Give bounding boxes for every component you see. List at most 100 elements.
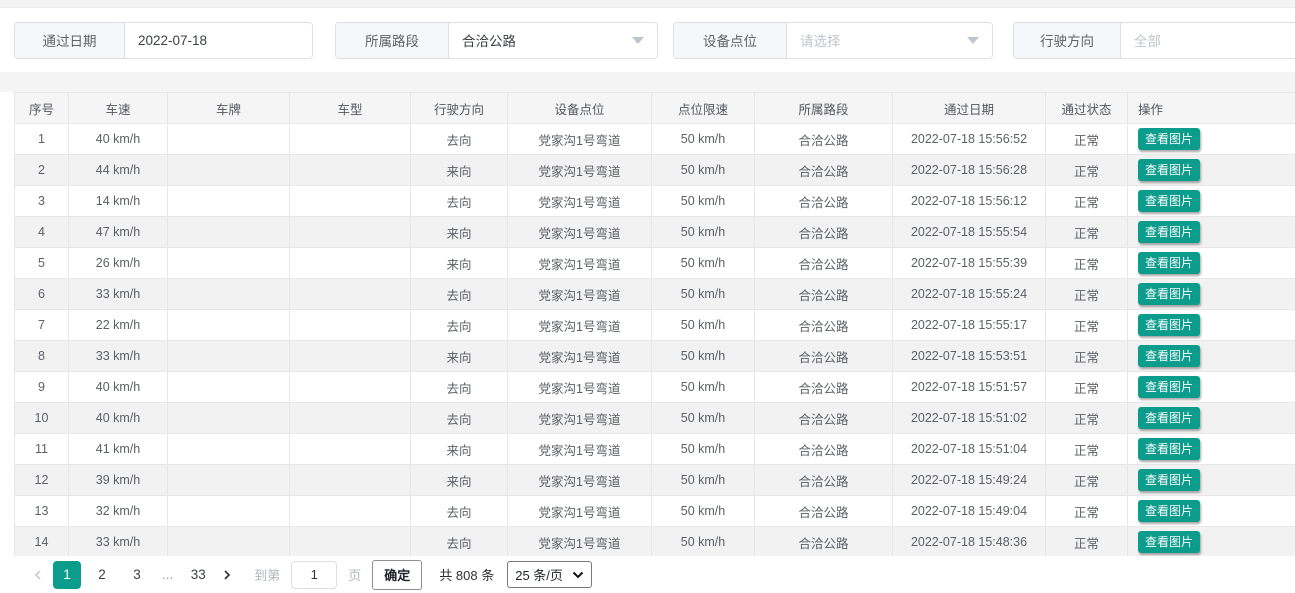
cell-action: 查看图片 xyxy=(1128,248,1295,279)
view-image-button[interactable]: 查看图片 xyxy=(1138,252,1200,274)
cell-direction: 去向 xyxy=(411,279,508,310)
road-section-select[interactable]: 合洽公路 xyxy=(449,23,657,58)
direction-placeholder: 全部 xyxy=(1134,30,1161,50)
cell-plate xyxy=(168,124,290,155)
table-row: 1141 km/h来向党家沟1号弯道50 km/h合洽公路2022-07-18 … xyxy=(15,434,1295,465)
table-row: 1040 km/h去向党家沟1号弯道50 km/h合洽公路2022-07-18 … xyxy=(15,403,1295,434)
cell-action: 查看图片 xyxy=(1128,372,1295,403)
cell-speed: 22 km/h xyxy=(69,310,168,341)
view-image-button[interactable]: 查看图片 xyxy=(1138,500,1200,522)
cell-status: 正常 xyxy=(1046,496,1128,527)
direction-label: 行驶方向 xyxy=(1014,23,1121,58)
cell-speed: 47 km/h xyxy=(69,217,168,248)
view-image-button[interactable]: 查看图片 xyxy=(1138,407,1200,429)
cell-direction: 去向 xyxy=(411,527,508,557)
view-image-button[interactable]: 查看图片 xyxy=(1138,128,1200,150)
cell-speed: 33 km/h xyxy=(69,341,168,372)
cell-road: 合洽公路 xyxy=(755,248,893,279)
view-image-button[interactable]: 查看图片 xyxy=(1138,438,1200,460)
cell-direction: 去向 xyxy=(411,403,508,434)
cell-device: 党家沟1号弯道 xyxy=(508,186,652,217)
cell-direction: 来向 xyxy=(411,341,508,372)
view-image-button[interactable]: 查看图片 xyxy=(1138,283,1200,305)
table-row: 244 km/h来向党家沟1号弯道50 km/h合洽公路2022-07-18 1… xyxy=(15,155,1295,186)
device-point-select[interactable]: 请选择 xyxy=(787,23,992,58)
cell-status: 正常 xyxy=(1046,279,1128,310)
view-image-button[interactable]: 查看图片 xyxy=(1138,159,1200,181)
cell-action: 查看图片 xyxy=(1128,186,1295,217)
table-row: 526 km/h来向党家沟1号弯道50 km/h合洽公路2022-07-18 1… xyxy=(15,248,1295,279)
view-image-button[interactable]: 查看图片 xyxy=(1138,345,1200,367)
cell-action: 查看图片 xyxy=(1128,124,1295,155)
chevron-down-icon xyxy=(572,571,584,579)
cell-plate xyxy=(168,465,290,496)
cell-vtype xyxy=(290,155,411,186)
page-number-33[interactable]: 33 xyxy=(184,561,212,589)
view-image-button[interactable]: 查看图片 xyxy=(1138,376,1200,398)
cell-action: 查看图片 xyxy=(1128,434,1295,465)
cell-status: 正常 xyxy=(1046,186,1128,217)
cell-direction: 去向 xyxy=(411,124,508,155)
cell-speed: 33 km/h xyxy=(69,279,168,310)
cell-speed: 32 km/h xyxy=(69,496,168,527)
col-header-direction: 行驶方向 xyxy=(411,93,508,124)
page-ellipsis: ... xyxy=(158,561,177,589)
cell-direction: 去向 xyxy=(411,186,508,217)
cell-time: 2022-07-18 15:55:39 xyxy=(893,248,1046,279)
cell-direction: 来向 xyxy=(411,434,508,465)
cell-road: 合洽公路 xyxy=(755,155,893,186)
direction-select[interactable]: 全部 xyxy=(1121,23,1295,58)
cell-road: 合洽公路 xyxy=(755,310,893,341)
cell-road: 合洽公路 xyxy=(755,527,893,557)
goto-page-input[interactable] xyxy=(291,561,337,589)
view-image-button[interactable]: 查看图片 xyxy=(1138,221,1200,243)
cell-limit: 50 km/h xyxy=(652,155,755,186)
cell-device: 党家沟1号弯道 xyxy=(508,155,652,186)
device-point-placeholder: 请选择 xyxy=(800,30,841,50)
pass-date-input[interactable]: 2022-07-18 xyxy=(125,23,312,58)
cell-plate xyxy=(168,341,290,372)
table-row: 633 km/h去向党家沟1号弯道50 km/h合洽公路2022-07-18 1… xyxy=(15,279,1295,310)
cell-action: 查看图片 xyxy=(1128,465,1295,496)
pass-date-value: 2022-07-18 xyxy=(138,33,207,48)
cell-no: 3 xyxy=(15,186,69,217)
cell-limit: 50 km/h xyxy=(652,186,755,217)
col-header-action: 操作 xyxy=(1128,93,1295,124)
cell-status: 正常 xyxy=(1046,434,1128,465)
view-image-button[interactable]: 查看图片 xyxy=(1138,314,1200,336)
cell-road: 合洽公路 xyxy=(755,279,893,310)
chevron-left-icon xyxy=(32,569,44,581)
next-page-button[interactable] xyxy=(219,561,235,589)
cell-device: 党家沟1号弯道 xyxy=(508,527,652,557)
table-row: 1332 km/h去向党家沟1号弯道50 km/h合洽公路2022-07-18 … xyxy=(15,496,1295,527)
cell-time: 2022-07-18 15:55:54 xyxy=(893,217,1046,248)
confirm-button[interactable]: 确定 xyxy=(372,560,422,590)
cell-vtype xyxy=(290,465,411,496)
cell-time: 2022-07-18 15:49:24 xyxy=(893,465,1046,496)
cell-action: 查看图片 xyxy=(1128,155,1295,186)
cell-time: 2022-07-18 15:48:36 xyxy=(893,527,1046,557)
cell-vtype xyxy=(290,496,411,527)
view-image-button[interactable]: 查看图片 xyxy=(1138,469,1200,491)
cell-time: 2022-07-18 15:56:12 xyxy=(893,186,1046,217)
cell-direction: 去向 xyxy=(411,310,508,341)
view-image-button[interactable]: 查看图片 xyxy=(1138,531,1200,553)
table-body: 140 km/h去向党家沟1号弯道50 km/h合洽公路2022-07-18 1… xyxy=(15,124,1295,557)
col-header-road: 所属路段 xyxy=(755,93,893,124)
view-image-button[interactable]: 查看图片 xyxy=(1138,190,1200,212)
filter-device-point: 设备点位 请选择 xyxy=(673,22,993,59)
page-number-1[interactable]: 1 xyxy=(53,561,81,589)
page-size-select[interactable]: 25 条/页 xyxy=(507,561,592,588)
cell-limit: 50 km/h xyxy=(652,341,755,372)
table-scroll-area[interactable]: 序号 车速 车牌 车型 行驶方向 设备点位 点位限速 所属路段 通过日期 通过状… xyxy=(14,92,1295,556)
page-number-3[interactable]: 3 xyxy=(123,561,151,589)
table-row: 722 km/h去向党家沟1号弯道50 km/h合洽公路2022-07-18 1… xyxy=(15,310,1295,341)
cell-plate xyxy=(168,186,290,217)
cell-limit: 50 km/h xyxy=(652,310,755,341)
prev-page-button[interactable] xyxy=(30,561,46,589)
cell-time: 2022-07-18 15:53:51 xyxy=(893,341,1046,372)
cell-no: 9 xyxy=(15,372,69,403)
page-number-2[interactable]: 2 xyxy=(88,561,116,589)
cell-vtype xyxy=(290,341,411,372)
cell-vtype xyxy=(290,434,411,465)
